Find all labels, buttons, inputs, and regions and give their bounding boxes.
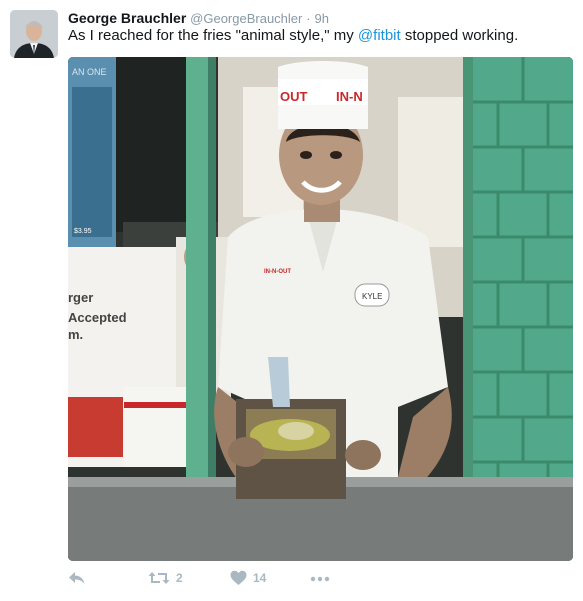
separator-dot: · — [306, 11, 311, 26]
tweet-actions: 2 14 — [68, 568, 573, 596]
author-name[interactable]: George Brauchler — [68, 10, 186, 26]
reply-icon — [68, 570, 86, 586]
heart-icon — [230, 570, 247, 586]
more-icon — [310, 570, 330, 586]
tweet-text-before: As I reached for the fries "animal style… — [68, 27, 358, 44]
more-button[interactable] — [310, 570, 330, 586]
tweet-timestamp[interactable]: 9h — [314, 11, 328, 26]
tweet-text: As I reached for the fries "animal style… — [68, 27, 518, 44]
mention-link[interactable]: @fitbit — [358, 27, 401, 44]
tweet-photo[interactable]: AN ONE $3.95 rger Accepted m. KYLE IN-N-… — [68, 57, 573, 561]
hat-brand-right: IN-N — [336, 89, 363, 104]
shirt-logo: IN-N-OUT — [264, 269, 291, 275]
tweet-header: George Brauchler @GeorgeBrauchler · 9h — [68, 10, 329, 26]
sign-word-2: Accepted — [68, 310, 127, 325]
like-count: 14 — [253, 571, 267, 585]
hat-brand-left: OUT — [280, 89, 308, 104]
sign-price: $3.95 — [74, 228, 92, 235]
reply-button[interactable] — [68, 570, 86, 586]
avatar-photo — [10, 10, 58, 58]
author-handle[interactable]: @GeorgeBrauchler — [190, 11, 302, 26]
retweet-button[interactable]: 2 — [148, 570, 183, 586]
author-avatar[interactable] — [10, 10, 58, 58]
retweet-count: 2 — [176, 571, 183, 585]
like-button[interactable]: 14 — [230, 570, 266, 586]
sign-text-top: AN ONE — [72, 67, 107, 77]
sign-word-3: m. — [68, 327, 83, 342]
retweet-icon — [148, 570, 170, 586]
tweet-text-after: stopped working. — [400, 27, 519, 44]
photo-illustration: AN ONE $3.95 rger Accepted m. KYLE IN-N-… — [68, 57, 573, 561]
sign-word-1: rger — [68, 290, 93, 305]
name-tag: KYLE — [362, 292, 382, 301]
